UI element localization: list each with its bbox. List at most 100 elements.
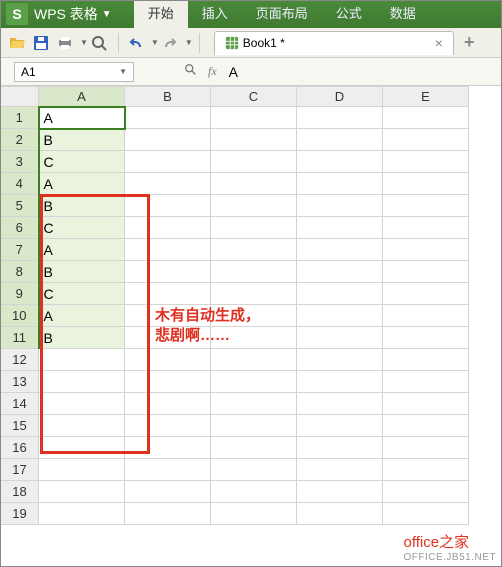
print-icon[interactable] [54, 32, 76, 54]
cell[interactable]: C [39, 151, 125, 173]
cell[interactable] [125, 261, 211, 283]
undo-dropdown-icon[interactable]: ▼ [151, 38, 159, 47]
cell[interactable] [383, 195, 469, 217]
cell[interactable] [211, 371, 297, 393]
cell[interactable] [39, 415, 125, 437]
cell[interactable]: C [39, 217, 125, 239]
cell[interactable] [39, 349, 125, 371]
row-header[interactable]: 13 [1, 371, 39, 393]
cell[interactable] [125, 503, 211, 525]
chevron-down-icon[interactable]: ▼ [119, 67, 127, 76]
cell[interactable]: A [39, 173, 125, 195]
cell[interactable] [297, 481, 383, 503]
cell[interactable] [125, 459, 211, 481]
print-dropdown-icon[interactable]: ▼ [80, 38, 88, 47]
cell[interactable] [383, 217, 469, 239]
zoom-icon[interactable] [184, 63, 198, 80]
row-header[interactable]: 11 [1, 327, 39, 349]
cell[interactable] [383, 151, 469, 173]
row-header[interactable]: 1 [1, 107, 39, 129]
open-icon[interactable] [6, 32, 28, 54]
cell[interactable] [383, 349, 469, 371]
col-header-D[interactable]: D [297, 87, 383, 107]
cell[interactable] [211, 261, 297, 283]
row-header[interactable]: 8 [1, 261, 39, 283]
cell[interactable] [383, 173, 469, 195]
cell[interactable] [383, 327, 469, 349]
row-header[interactable]: 3 [1, 151, 39, 173]
col-header-E[interactable]: E [383, 87, 469, 107]
cell[interactable] [383, 129, 469, 151]
cell[interactable] [383, 459, 469, 481]
cell[interactable] [297, 327, 383, 349]
row-header[interactable]: 16 [1, 437, 39, 459]
row-header[interactable]: 17 [1, 459, 39, 481]
cell[interactable]: C [39, 283, 125, 305]
cell[interactable] [383, 393, 469, 415]
menu-start[interactable]: 开始 [134, 0, 188, 28]
cell[interactable] [297, 349, 383, 371]
row-header[interactable]: 12 [1, 349, 39, 371]
menu-formula[interactable]: 公式 [322, 0, 376, 28]
cell[interactable] [383, 305, 469, 327]
col-header-A[interactable]: A [39, 87, 125, 107]
cell[interactable] [125, 349, 211, 371]
row-header[interactable]: 10 [1, 305, 39, 327]
cell[interactable] [39, 371, 125, 393]
cell[interactable] [383, 503, 469, 525]
formula-value[interactable]: A [229, 64, 238, 80]
cell[interactable] [125, 173, 211, 195]
title-dropdown-icon[interactable]: ▼ [102, 9, 112, 20]
row-header[interactable]: 6 [1, 217, 39, 239]
cell[interactable] [211, 195, 297, 217]
col-header-B[interactable]: B [125, 87, 211, 107]
cell[interactable] [211, 481, 297, 503]
cell[interactable] [125, 283, 211, 305]
cell[interactable] [297, 239, 383, 261]
fx-icon[interactable]: fx [208, 64, 217, 79]
cell[interactable] [297, 151, 383, 173]
cell[interactable] [125, 393, 211, 415]
row-header[interactable]: 15 [1, 415, 39, 437]
cell[interactable] [297, 195, 383, 217]
cell[interactable] [125, 437, 211, 459]
tab-add-icon[interactable]: + [464, 32, 475, 53]
cell[interactable] [297, 283, 383, 305]
preview-icon[interactable] [88, 32, 110, 54]
cell[interactable] [125, 129, 211, 151]
cell[interactable] [383, 239, 469, 261]
cell[interactable] [211, 349, 297, 371]
cell[interactable] [211, 437, 297, 459]
name-box[interactable]: A1 ▼ [14, 62, 134, 82]
cell[interactable] [383, 261, 469, 283]
cell[interactable] [39, 437, 125, 459]
redo-dropdown-icon[interactable]: ▼ [185, 38, 193, 47]
row-header[interactable]: 9 [1, 283, 39, 305]
cell[interactable] [297, 173, 383, 195]
menu-data[interactable]: 数据 [376, 0, 430, 28]
cell[interactable]: A [39, 107, 125, 129]
menu-insert[interactable]: 插入 [188, 0, 242, 28]
cell[interactable] [39, 503, 125, 525]
cell[interactable]: B [39, 195, 125, 217]
undo-icon[interactable] [125, 32, 147, 54]
row-header[interactable]: 7 [1, 239, 39, 261]
cell[interactable] [211, 173, 297, 195]
cell[interactable] [39, 393, 125, 415]
row-header[interactable]: 2 [1, 129, 39, 151]
cell[interactable] [297, 217, 383, 239]
cell[interactable] [125, 151, 211, 173]
cell[interactable] [383, 371, 469, 393]
cell[interactable] [211, 151, 297, 173]
tab-close-icon[interactable]: × [435, 35, 443, 51]
cell[interactable] [297, 107, 383, 129]
cell[interactable] [125, 107, 211, 129]
tab-book1[interactable]: Book1 * × [214, 31, 454, 55]
row-header[interactable]: 14 [1, 393, 39, 415]
cell[interactable] [383, 481, 469, 503]
cell[interactable] [297, 437, 383, 459]
cell[interactable] [297, 371, 383, 393]
row-header[interactable]: 4 [1, 173, 39, 195]
cell[interactable] [125, 481, 211, 503]
cell[interactable] [383, 415, 469, 437]
